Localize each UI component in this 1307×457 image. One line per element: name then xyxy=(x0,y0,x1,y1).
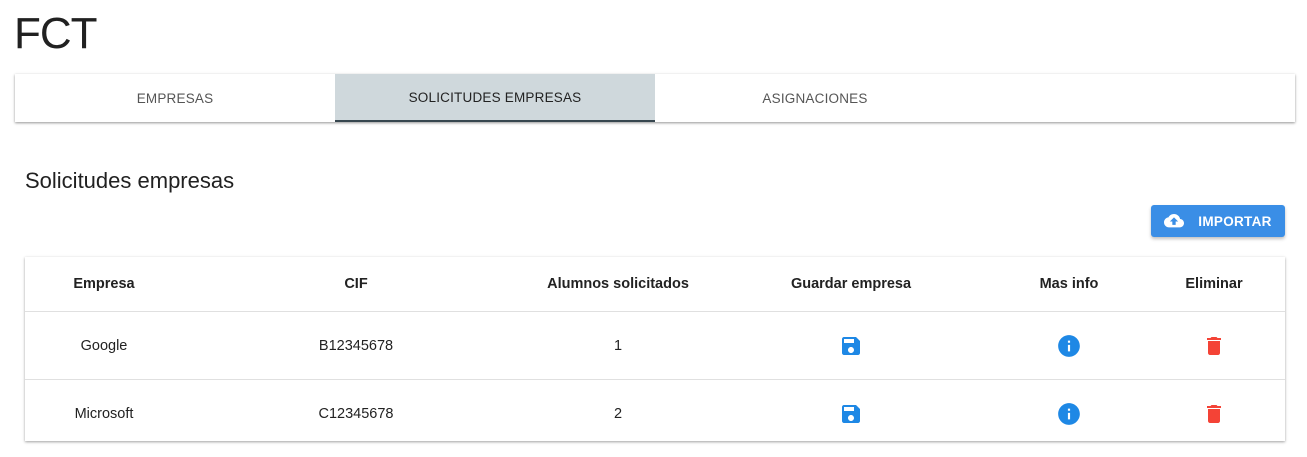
column-header-alumnos-solicitados: Alumnos solicitados xyxy=(529,257,707,312)
info-cell xyxy=(995,380,1143,448)
cif-cell: C12345678 xyxy=(318,405,394,422)
tab-empresas[interactable]: EMPRESAS xyxy=(15,74,335,122)
empresa-cell: Microsoft xyxy=(74,405,134,422)
import-button-label: IMPORTAR xyxy=(1198,213,1272,229)
section-title: Solicitudes empresas xyxy=(25,168,235,193)
info-cell xyxy=(995,311,1143,380)
guardar-cell xyxy=(707,311,995,380)
import-button[interactable]: IMPORTAR xyxy=(1151,205,1285,237)
solicitudes-table-card: Empresa CIF Alumnos solicitados Guardar … xyxy=(25,257,1285,441)
alumnos-cell: 1 xyxy=(529,311,707,380)
cif-cell: B12345678 xyxy=(183,311,529,380)
tab-bar: EMPRESAS SOLICITUDES EMPRESAS ASIGNACION… xyxy=(15,74,1295,122)
column-header-eliminar: Eliminar xyxy=(1143,257,1285,312)
guardar-cell xyxy=(707,380,995,448)
trash-icon[interactable] xyxy=(1202,334,1226,358)
cloud-upload-icon xyxy=(1164,213,1185,229)
info-icon[interactable] xyxy=(1056,333,1082,359)
table-row: Microsoft C12345678 2 xyxy=(25,380,1285,448)
eliminar-cell xyxy=(1143,380,1285,448)
column-header-mas-info: Mas info xyxy=(995,257,1143,312)
table-header-row: Empresa CIF Alumnos solicitados Guardar … xyxy=(25,257,1285,312)
alumnos-cell: 2 xyxy=(613,405,623,422)
tab-solicitudes-empresas[interactable]: SOLICITUDES EMPRESAS xyxy=(335,74,655,122)
save-icon[interactable] xyxy=(839,402,863,426)
empresa-cell: Google xyxy=(25,311,183,380)
column-header-guardar-empresa: Guardar empresa xyxy=(707,257,995,312)
save-icon[interactable] xyxy=(839,334,863,358)
trash-icon[interactable] xyxy=(1202,402,1226,426)
tab-asignaciones[interactable]: ASIGNACIONES xyxy=(655,74,975,122)
solicitudes-table: Empresa CIF Alumnos solicitados Guardar … xyxy=(25,257,1285,447)
info-icon[interactable] xyxy=(1056,401,1082,427)
page-title: FCT xyxy=(14,9,98,58)
table-row: Google B12345678 1 xyxy=(25,311,1285,380)
column-header-empresa: Empresa xyxy=(25,257,183,312)
eliminar-cell xyxy=(1143,311,1285,380)
column-header-cif: CIF xyxy=(183,257,529,312)
